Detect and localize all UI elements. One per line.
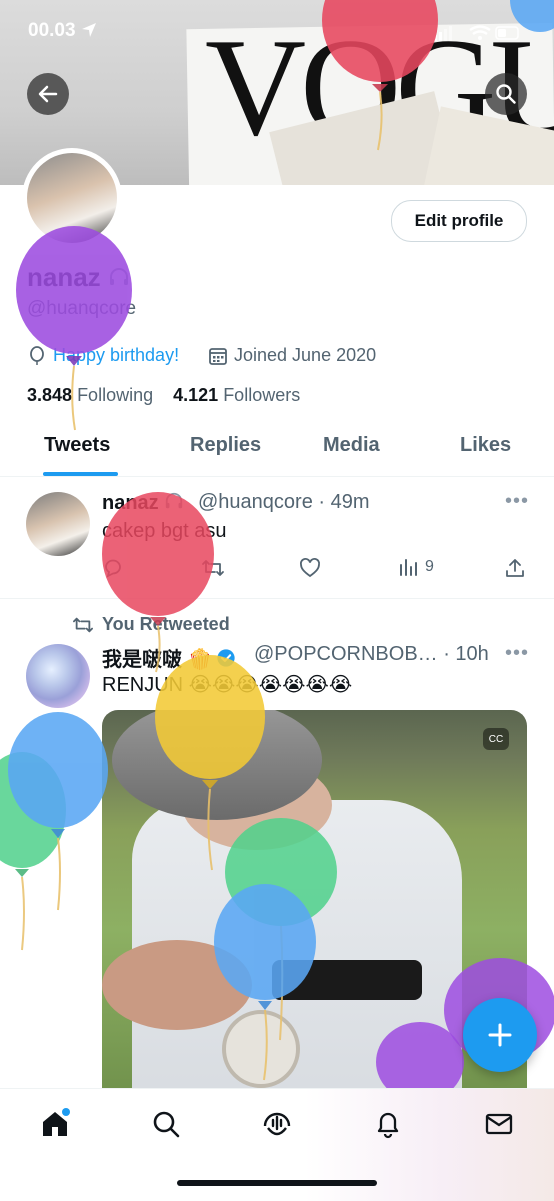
back-arrow-icon bbox=[38, 85, 58, 103]
notifications-icon bbox=[377, 1112, 399, 1139]
balloon-blue-left bbox=[8, 712, 108, 911]
captions-icon[interactable]: CC bbox=[483, 728, 509, 750]
more-icon[interactable]: ••• bbox=[505, 490, 529, 513]
tweet-meta: @POPCORNBOB… · 10h bbox=[254, 643, 489, 665]
views-count: 9 bbox=[425, 558, 434, 575]
tweet-text: RENJUN 😭😭😭😭😭😭😭 bbox=[102, 674, 353, 696]
tab-tweets[interactable]: Tweets bbox=[44, 434, 110, 457]
tweet-divider bbox=[0, 598, 554, 599]
home-icon bbox=[43, 1108, 70, 1136]
nav-home[interactable] bbox=[38, 1107, 72, 1141]
profile-tabs: Tweets Replies Media Likes bbox=[0, 420, 554, 477]
search-icon bbox=[496, 84, 516, 104]
profile-avatar[interactable] bbox=[22, 148, 122, 248]
nav-spaces[interactable] bbox=[260, 1107, 294, 1141]
balloon-icon bbox=[30, 345, 44, 365]
balloon-green-left bbox=[0, 752, 66, 951]
headphones-icon bbox=[166, 492, 183, 509]
home-indicator bbox=[177, 1180, 377, 1186]
following-label: Following bbox=[77, 385, 154, 405]
tweet-author-name: 我是啵啵 🍿 bbox=[102, 643, 236, 672]
back-button[interactable] bbox=[27, 73, 69, 115]
tab-likes[interactable]: Likes bbox=[460, 434, 511, 457]
explore-icon bbox=[153, 1111, 180, 1138]
spaces-icon bbox=[263, 1112, 291, 1136]
nav-messages[interactable] bbox=[482, 1107, 516, 1141]
status-icons bbox=[432, 24, 522, 47]
edit-profile-button[interactable]: Edit profile bbox=[391, 200, 527, 242]
search-button[interactable] bbox=[485, 73, 527, 115]
handle: @huanqcore bbox=[27, 298, 137, 319]
following-count: 3.848 bbox=[27, 385, 73, 405]
birthday-link[interactable]: Happy birthday! bbox=[53, 345, 179, 366]
nav-explore[interactable] bbox=[149, 1107, 183, 1141]
profile-avatar-photo bbox=[27, 153, 117, 243]
tweet-avatar[interactable] bbox=[26, 644, 90, 708]
birthday-row: Happy birthday! bbox=[27, 345, 179, 366]
tweet-text: cakep bgt asu bbox=[102, 520, 227, 542]
media-shirt-graphic bbox=[272, 960, 422, 1000]
status-time: 00.03 bbox=[28, 20, 97, 42]
views-icon bbox=[400, 559, 417, 576]
tweet-author-name-text: nanaz bbox=[102, 492, 159, 514]
more-icon[interactable]: ••• bbox=[505, 642, 529, 665]
display-name: nanaz bbox=[27, 262, 130, 293]
joined-text: Joined June 2020 bbox=[234, 345, 377, 365]
reply-button[interactable] bbox=[102, 557, 124, 579]
following-link[interactable]: 3.848 Following bbox=[27, 385, 153, 405]
tweet-author-name: nanaz bbox=[102, 491, 184, 515]
followers-count: 4.121 bbox=[173, 385, 219, 405]
reply-icon bbox=[105, 559, 121, 578]
retweet-context-text: You Retweeted bbox=[102, 614, 230, 634]
verified-badge-icon bbox=[217, 648, 236, 667]
retweet-context: You Retweeted bbox=[72, 614, 230, 635]
compose-tweet-button[interactable] bbox=[463, 998, 537, 1072]
views-button[interactable]: 9 bbox=[399, 557, 434, 577]
joined-row: Joined June 2020 bbox=[208, 345, 376, 366]
tweet-media-video[interactable]: CC bbox=[102, 710, 527, 1110]
like-button[interactable] bbox=[299, 557, 321, 579]
tweet-avatar[interactable] bbox=[26, 492, 90, 556]
location-arrow-icon bbox=[81, 23, 96, 37]
tab-replies[interactable]: Replies bbox=[190, 434, 261, 457]
status-time-text: 00.03 bbox=[28, 20, 76, 41]
retweet-icon bbox=[202, 560, 224, 576]
messages-icon bbox=[485, 1113, 513, 1135]
tweet-author-name-text: 我是啵啵 🍿 bbox=[102, 649, 213, 671]
share-icon bbox=[506, 559, 524, 577]
like-icon bbox=[300, 558, 320, 578]
retweet-icon bbox=[73, 617, 93, 632]
followers-label: Followers bbox=[223, 385, 301, 405]
media-hand bbox=[102, 940, 252, 1030]
share-button[interactable] bbox=[504, 557, 526, 579]
display-name-text: nanaz bbox=[27, 262, 101, 292]
headphones-icon bbox=[109, 268, 128, 285]
calendar-icon bbox=[209, 347, 227, 365]
nav-notifications[interactable] bbox=[371, 1107, 405, 1141]
followers-link[interactable]: 4.121 Followers bbox=[173, 385, 300, 405]
active-tab-indicator bbox=[43, 472, 118, 476]
retweet-button[interactable] bbox=[201, 557, 225, 579]
follow-stats: 3.848 Following 4.121 Followers bbox=[27, 385, 300, 406]
status-signal-wifi-battery-icon bbox=[434, 25, 519, 41]
tweet-meta: @huanqcore · 49m bbox=[198, 491, 370, 513]
media-fan bbox=[222, 1010, 300, 1088]
tab-media[interactable]: Media bbox=[323, 434, 380, 457]
compose-plus-icon bbox=[488, 1023, 512, 1047]
